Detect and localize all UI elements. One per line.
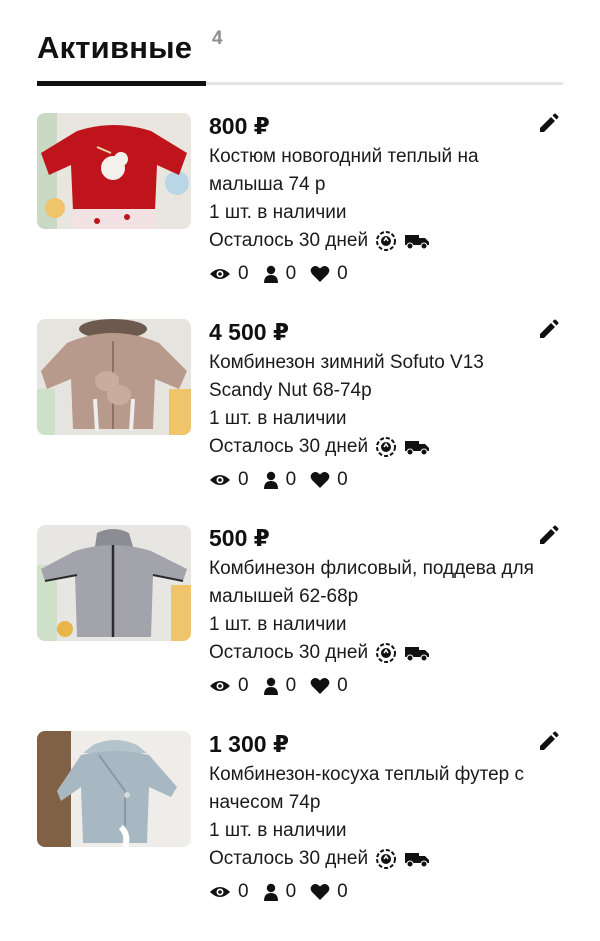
listing-stock: 1 шт. в наличии — [209, 202, 347, 223]
contacts-count: 0 — [285, 881, 297, 902]
eye-icon — [209, 267, 231, 281]
listing-photo[interactable] — [37, 731, 191, 847]
listing-days-left: Осталось 30 дней — [209, 230, 369, 251]
person-icon — [263, 471, 279, 489]
contacts-count: 0 — [285, 469, 297, 490]
heart-icon — [310, 677, 330, 695]
active-tab-underline — [37, 81, 206, 86]
edit-button[interactable] — [535, 113, 561, 139]
views-count: 0 — [238, 263, 249, 284]
eye-icon — [209, 885, 231, 899]
contacts-count: 0 — [285, 675, 297, 696]
active-tab-title: Активные — [37, 30, 193, 65]
listing-days-left: Осталось 30 дней — [209, 642, 369, 663]
listing-card[interactable]: 1 300 ₽ Комбинезон-косуха теплый футер с… — [37, 731, 563, 911]
safe-deal-badge-icon — [374, 230, 398, 252]
listing-title[interactable]: Комбинезон флисовый, поддева для малышей… — [209, 555, 539, 611]
truck-icon — [404, 850, 430, 868]
listing-price: 500 ₽ — [209, 525, 270, 551]
active-tab-header[interactable]: Активные 4 — [37, 26, 563, 88]
listing-title[interactable]: Комбинезон зимний Sofuto V13 Scandy Nut … — [209, 349, 539, 405]
pencil-icon — [537, 731, 559, 758]
heart-icon — [310, 265, 330, 283]
active-count-badge: 4 — [212, 28, 223, 49]
pencil-icon — [537, 319, 559, 346]
favorites-count: 0 — [337, 675, 348, 696]
listing-title[interactable]: Комбинезон-косуха теплый футер с начесом… — [209, 761, 539, 817]
pencil-icon — [537, 525, 559, 552]
eye-icon — [209, 473, 231, 487]
truck-icon — [404, 644, 430, 662]
listing-stock: 1 шт. в наличии — [209, 614, 347, 635]
listing-card[interactable]: 500 ₽ Комбинезон флисовый, поддева для м… — [37, 525, 563, 705]
listing-days-left: Осталось 30 дней — [209, 848, 369, 869]
listing-card[interactable]: 800 ₽ Костюм новогодний теплый на малыша… — [37, 113, 563, 293]
listing-photo[interactable] — [37, 525, 191, 641]
views-count: 0 — [238, 675, 249, 696]
contacts-count: 0 — [285, 263, 297, 284]
heart-icon — [310, 471, 330, 489]
favorites-count: 0 — [337, 263, 348, 284]
edit-button[interactable] — [535, 525, 561, 551]
person-icon — [263, 883, 279, 901]
person-icon — [263, 677, 279, 695]
safe-deal-badge-icon — [374, 436, 398, 458]
listing-card[interactable]: 4 500 ₽ Комбинезон зимний Sofuto V13 Sca… — [37, 319, 563, 499]
favorites-count: 0 — [337, 881, 348, 902]
views-count: 0 — [238, 469, 249, 490]
listing-price: 1 300 ₽ — [209, 731, 289, 757]
edit-button[interactable] — [535, 731, 561, 757]
listing-photo[interactable] — [37, 113, 191, 229]
safe-deal-badge-icon — [374, 642, 398, 664]
listing-title[interactable]: Костюм новогодний теплый на малыша 74 р — [209, 143, 539, 199]
edit-button[interactable] — [535, 319, 561, 345]
person-icon — [263, 265, 279, 283]
truck-icon — [404, 232, 430, 250]
listing-photo[interactable] — [37, 319, 191, 435]
views-count: 0 — [238, 881, 249, 902]
heart-icon — [310, 883, 330, 901]
eye-icon — [209, 679, 231, 693]
listing-days-left: Осталось 30 дней — [209, 436, 369, 457]
pencil-icon — [537, 113, 559, 140]
truck-icon — [404, 438, 430, 456]
listing-stock: 1 шт. в наличии — [209, 408, 347, 429]
listing-price: 800 ₽ — [209, 113, 270, 139]
listing-price: 4 500 ₽ — [209, 319, 289, 345]
safe-deal-badge-icon — [374, 848, 398, 870]
favorites-count: 0 — [337, 469, 348, 490]
listing-stock: 1 шт. в наличии — [209, 820, 347, 841]
